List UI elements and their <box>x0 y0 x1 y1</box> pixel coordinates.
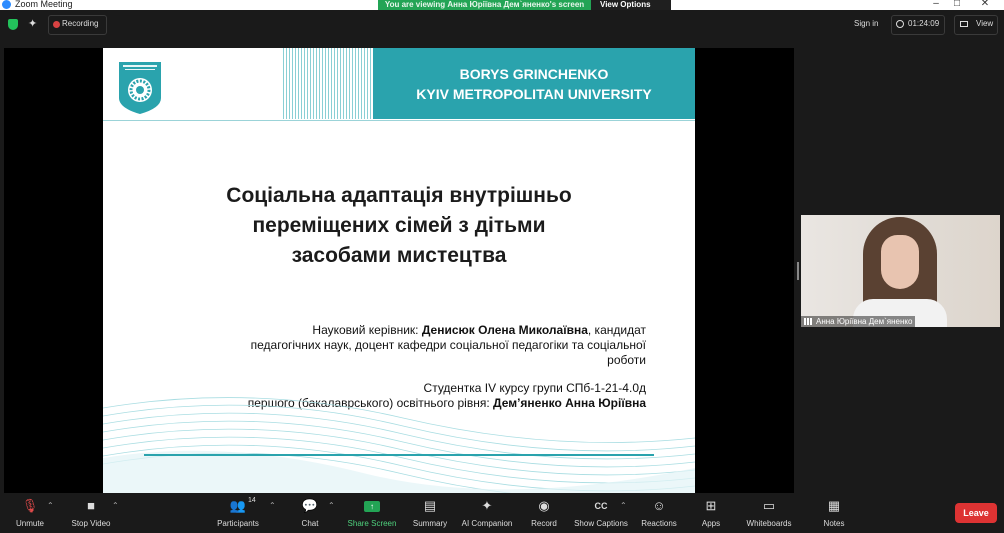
timer-value: 01:24:09 <box>908 19 940 28</box>
supervisor-prefix: Науковий керівник: <box>312 323 422 337</box>
participant-name: Анна Юріївна Дем`яненко <box>816 317 913 326</box>
whiteboards-label: Whiteboards <box>746 519 792 528</box>
share-screen-label: Share Screen <box>347 519 397 528</box>
slide-title-line-2: переміщених сімей з дітьми <box>252 214 546 237</box>
signal-strength-icon <box>804 318 813 325</box>
top-toolbar: ✦ Recording Sign in 01:24:09 View <box>0 10 1004 42</box>
participant-face <box>881 235 919 289</box>
emoji-icon: ☺ <box>652 498 666 513</box>
zoom-app-icon <box>2 0 11 9</box>
supervisor-name: Денисюк Олена Миколаївна <box>421 323 588 337</box>
unmute-button[interactable]: 🎙 Unmute <box>10 499 50 529</box>
chat-button[interactable]: 💬 Chat <box>293 499 327 529</box>
apps-button[interactable]: ⊞ Apps <box>696 499 726 529</box>
mic-muted-icon: 🎙 <box>21 498 39 513</box>
ai-companion-label: AI Companion <box>461 519 513 528</box>
view-options-label: View Options <box>600 0 651 9</box>
record-label: Record <box>531 519 557 528</box>
apps-label: Apps <box>701 519 721 528</box>
whiteboard-icon: ▭ <box>762 498 776 513</box>
view-label: View <box>976 19 994 28</box>
chat-bubble-icon: 💬 <box>301 498 319 513</box>
video-options-caret[interactable]: ⌃ <box>112 501 119 510</box>
viewing-banner: You are viewing Анна Юріївна Дем`яненко'… <box>378 0 591 10</box>
captions-options-caret[interactable]: ⌃ <box>620 501 627 510</box>
security-shield-icon[interactable] <box>8 19 18 30</box>
notes-button[interactable]: ▦ Notes <box>818 499 850 529</box>
unmute-label: Unmute <box>15 519 44 528</box>
sign-in-link[interactable]: Sign in <box>854 19 878 28</box>
decorative-waves <box>103 397 695 493</box>
header-stripes <box>283 48 375 119</box>
participants-button[interactable]: 👥 14 Participants <box>213 497 263 529</box>
university-name-line-1: BORYS GRINCHENKO <box>459 66 609 82</box>
chat-label: Chat <box>301 519 319 528</box>
participants-count: 14 <box>248 497 256 504</box>
participants-label: Participants <box>217 519 259 528</box>
university-name: BORYS GRINCHENKO KYIV METROPOLITAN UNIVE… <box>373 64 695 104</box>
header-divider <box>103 120 695 121</box>
share-screen-button[interactable]: ↑ Share Screen <box>344 499 400 529</box>
panel-resize-handle[interactable] <box>797 262 799 280</box>
sparkle-icon: ✦ <box>481 498 493 513</box>
participant-video-tile[interactable]: Анна Юріївна Дем`яненко <box>801 215 1000 327</box>
ai-companion-button[interactable]: ✦ AI Companion <box>458 499 516 529</box>
window-title: Zoom Meeting <box>15 0 73 9</box>
participants-options-caret[interactable]: ⌃ <box>269 501 276 510</box>
reactions-button[interactable]: ☺ Reactions <box>638 499 680 529</box>
video-camera-icon: ■ <box>87 498 95 513</box>
sparkle-icon[interactable]: ✦ <box>28 17 37 30</box>
supervisor-info: Науковий керівник: Денисюк Олена Миколаї… <box>183 323 646 368</box>
slide-title: Соціальна адаптація внутрішньо переміщен… <box>183 181 615 271</box>
slide-title-line-3: засобами мистецтва <box>291 244 507 267</box>
supervisor-degree: , кандидат <box>587 323 646 337</box>
summary-button[interactable]: ▤ Summary <box>408 499 452 529</box>
record-icon: ◉ <box>538 498 550 513</box>
whiteboards-button[interactable]: ▭ Whiteboards <box>744 499 794 529</box>
recording-label: Recording <box>62 19 99 28</box>
meeting-controls-toolbar: 🎙 Unmute ⌃ ■ Stop Video ⌃ 👥 14 Participa… <box>0 493 1004 533</box>
leave-button[interactable]: Leave <box>955 503 997 523</box>
participant-name-tag: Анна Юріївна Дем`яненко <box>801 316 916 327</box>
notes-label: Notes <box>823 519 845 528</box>
stop-video-button[interactable]: ■ Stop Video <box>66 499 116 529</box>
show-captions-label: Show Captions <box>574 519 628 528</box>
supervisor-line-3: роботи <box>607 353 646 367</box>
slide-underline <box>144 454 654 456</box>
summary-icon: ▤ <box>423 498 437 513</box>
university-name-line-2: KYIV METROPOLITAN UNIVERSITY <box>416 86 652 102</box>
minimize-icon[interactable]: – <box>929 0 943 10</box>
reactions-label: Reactions <box>641 519 677 528</box>
audio-options-caret[interactable]: ⌃ <box>47 501 54 510</box>
presentation-slide: BORYS GRINCHENKO KYIV METROPOLITAN UNIVE… <box>103 48 695 493</box>
apps-icon: ⊞ <box>705 498 717 513</box>
slide-title-line-1: Соціальна адаптація внутрішньо <box>226 184 572 207</box>
record-button[interactable]: ◉ Record <box>524 499 564 529</box>
summary-label: Summary <box>412 519 448 528</box>
chat-options-caret[interactable]: ⌃ <box>328 501 335 510</box>
maximize-icon[interactable]: □ <box>950 0 964 10</box>
supervisor-line-2: педагогічних наук, доцент кафедри соціал… <box>250 338 646 352</box>
recording-dot-icon <box>53 21 60 28</box>
window-titlebar: Zoom Meeting You are viewing Анна Юріївн… <box>0 0 1004 19</box>
university-logo <box>119 62 161 114</box>
share-screen-icon: ↑ <box>364 501 380 512</box>
notes-icon: ▦ <box>827 498 841 513</box>
stop-video-label: Stop Video <box>71 519 111 528</box>
close-icon[interactable]: ✕ <box>978 0 992 10</box>
clock-icon <box>896 20 904 28</box>
grid-view-icon <box>960 21 968 27</box>
view-options-button[interactable]: View Options ⌄ <box>591 0 671 19</box>
